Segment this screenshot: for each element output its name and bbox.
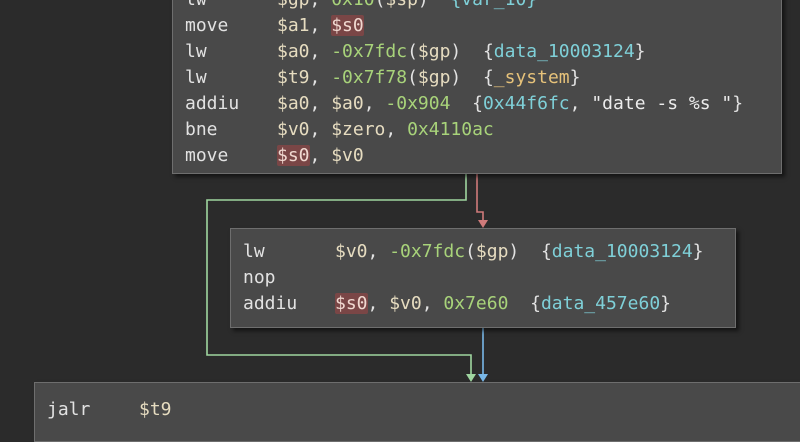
register-operand[interactable]: $a0	[277, 41, 310, 62]
punctuation: )	[450, 67, 483, 88]
instruction-mnemonic: move	[185, 15, 229, 36]
punctuation: ,	[309, 15, 332, 36]
register-operand[interactable]: $a0	[277, 93, 310, 114]
instruction-mnemonic: lw	[185, 0, 207, 13]
punctuation: }	[569, 67, 581, 88]
punctuation: ,	[309, 41, 332, 62]
punctuation: {	[540, 241, 552, 262]
register-operand[interactable]: $zero	[331, 119, 385, 140]
basic-block-middle[interactable]: lw $v0, -0x7fdc($gp) {data_10003124} nop ad…	[230, 228, 736, 328]
punctuation: ,	[367, 241, 390, 262]
edge-false-arrowhead	[478, 220, 488, 228]
symbol-annotation[interactable]: {var_10}	[450, 0, 537, 10]
register-operand[interactable]: $s0	[335, 293, 368, 314]
instruction-mnemonic: nop	[243, 267, 276, 288]
register-operand[interactable]: $s0	[331, 15, 364, 36]
instruction-mnemonic: lw	[185, 67, 207, 88]
edge-unconditional-arrowhead	[478, 374, 488, 382]
symbol-annotation[interactable]: data_10003124	[552, 241, 693, 262]
symbol-annotation[interactable]: data_457e60	[541, 293, 660, 314]
punctuation: ,	[569, 93, 592, 114]
punctuation: {	[482, 41, 494, 62]
instruction-operands: $a1, $s0	[277, 13, 364, 39]
punctuation: (	[375, 0, 386, 10]
instruction-mnemonic: lw	[243, 241, 265, 262]
instruction-operands: $gp, 0x10($sp) {var_10}	[277, 0, 537, 13]
register-operand[interactable]: $t9	[277, 67, 310, 88]
symbol-annotation[interactable]: 0x44f6fc	[483, 93, 570, 114]
symbol-annotation[interactable]: _system	[494, 67, 570, 88]
instruction-mnemonic: bne	[185, 119, 218, 140]
punctuation: )	[418, 0, 451, 10]
punctuation: ,	[310, 0, 332, 10]
punctuation: ,	[309, 93, 332, 114]
register-operand[interactable]: $v0	[335, 241, 368, 262]
immediate-operand[interactable]: 0x7e60	[443, 293, 508, 314]
punctuation: }	[660, 293, 672, 314]
punctuation: }	[732, 93, 744, 114]
register-operand[interactable]: $s0	[277, 145, 310, 166]
basic-block-top[interactable]: lw$gp, 0x10($sp) {var_10}move$a1, $s0lw$…	[172, 0, 782, 174]
instruction-operands: $v0, -0x7fdc($gp) {data_10003124}	[335, 239, 704, 265]
instruction-mnemonic: lw	[185, 41, 207, 62]
punctuation: ,	[385, 119, 408, 140]
instruction-operands: $t9	[139, 397, 172, 423]
punctuation: (	[465, 241, 476, 262]
register-operand[interactable]: $gp	[418, 41, 451, 62]
edge-true-arrowhead	[466, 374, 476, 382]
punctuation: }	[692, 241, 704, 262]
immediate-operand[interactable]: -0x904	[385, 93, 450, 114]
punctuation: )	[450, 41, 483, 62]
punctuation: }	[634, 41, 646, 62]
immediate-operand[interactable]: 0x10	[331, 0, 374, 10]
edge-false-branch	[476, 174, 484, 222]
punctuation: (	[407, 41, 418, 62]
punctuation: ,	[363, 93, 386, 114]
instruction-operands: $v0, $zero, 0x4110ac	[277, 117, 494, 143]
instruction-operands: $s0, $v0, 0x7e60 {data_457e60}	[335, 291, 671, 317]
register-operand[interactable]: $gp	[476, 241, 509, 262]
register-operand[interactable]: $sp	[385, 0, 418, 10]
instruction-operands: $s0, $v0	[277, 143, 364, 169]
immediate-operand[interactable]: -0x7f78	[331, 67, 407, 88]
symbol-annotation[interactable]: data_10003124	[494, 41, 635, 62]
register-operand[interactable]: $v0	[277, 119, 310, 140]
punctuation: ,	[367, 293, 390, 314]
basic-block-bottom[interactable]: jalr $t9	[34, 382, 800, 442]
instruction-operands: $t9, -0x7f78($gp) {_system}	[277, 65, 580, 91]
punctuation: ,	[421, 293, 444, 314]
immediate-operand[interactable]: 0x4110ac	[407, 119, 494, 140]
instruction-mnemonic: addiu	[185, 93, 240, 114]
register-operand[interactable]: $gp	[418, 67, 451, 88]
instruction-mnemonic: move	[185, 145, 229, 166]
register-operand[interactable]: $v0	[389, 293, 422, 314]
instruction-mnemonic: addiu	[243, 293, 298, 314]
immediate-operand[interactable]: -0x7fdc	[389, 241, 465, 262]
register-operand[interactable]: $a1	[277, 15, 310, 36]
instruction-mnemonic: jalr	[47, 399, 91, 420]
register-operand[interactable]: $gp	[277, 0, 310, 10]
punctuation: ,	[309, 145, 332, 166]
register-operand[interactable]: $t9	[139, 399, 172, 420]
punctuation: (	[407, 67, 418, 88]
punctuation: {	[450, 93, 483, 114]
string-annotation: "date -s %s "	[591, 93, 733, 114]
register-operand[interactable]: $v0	[331, 145, 364, 166]
punctuation: )	[508, 241, 541, 262]
punctuation: {	[508, 293, 541, 314]
punctuation: ,	[309, 67, 332, 88]
instruction-operands: $a0, -0x7fdc($gp) {data_10003124}	[277, 39, 646, 65]
punctuation: ,	[309, 119, 332, 140]
register-operand[interactable]: $a0	[331, 93, 364, 114]
punctuation: {	[482, 67, 494, 88]
immediate-operand[interactable]: -0x7fdc	[331, 41, 407, 62]
instruction-operands: $a0, $a0, -0x904 {0x44f6fc, "date -s %s …	[277, 91, 743, 117]
